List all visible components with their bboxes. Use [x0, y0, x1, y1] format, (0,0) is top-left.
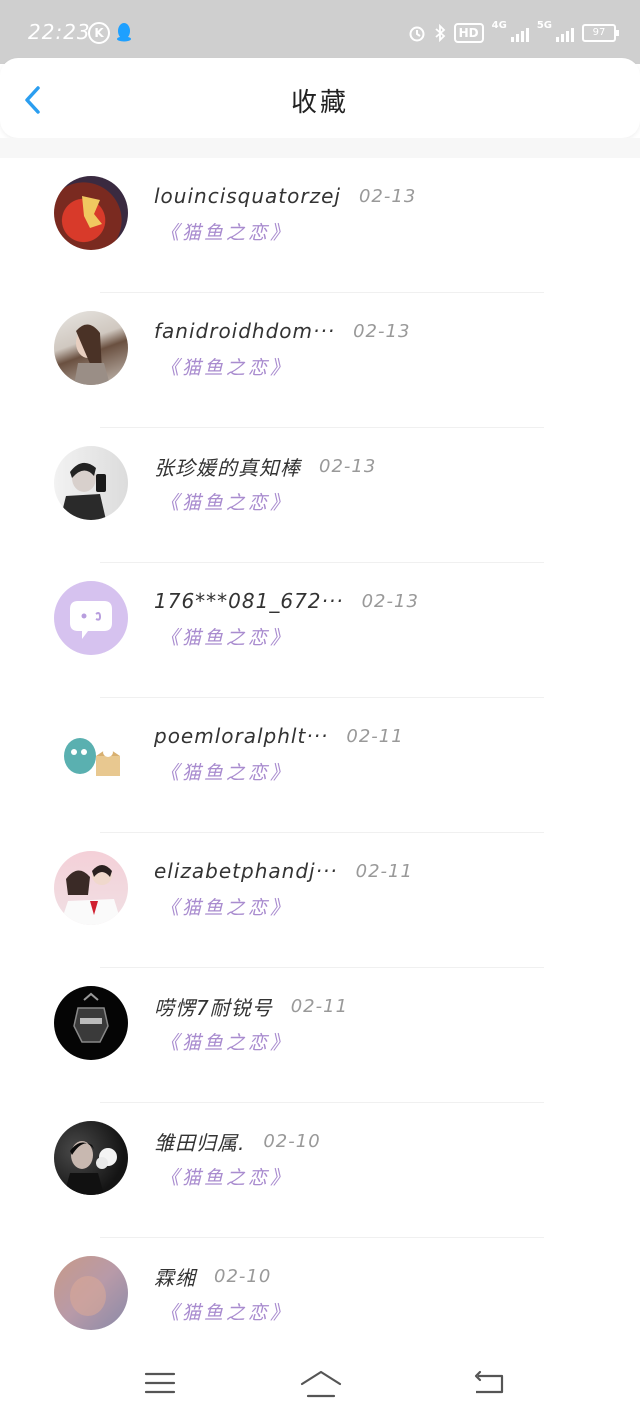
return-icon [474, 1370, 504, 1394]
item-name-line: 雏田归属. 02-10 [154, 1127, 321, 1155]
avatar[interactable] [54, 176, 128, 250]
avatar[interactable] [54, 851, 128, 925]
user-name: 176***081_672··· [154, 589, 344, 613]
alarm-icon [409, 26, 425, 42]
book-title: 《猫鱼之恋》 [160, 357, 293, 379]
network-4g-label: 4G [491, 20, 507, 31]
user-name: fanidroidhdom··· [154, 319, 336, 343]
avatar[interactable] [54, 581, 128, 655]
avatar[interactable] [54, 446, 128, 520]
battery-icon: 97 [582, 24, 619, 42]
book-title: 《猫鱼之恋》 [160, 1167, 293, 1189]
home-button[interactable] [298, 1368, 344, 1402]
item-date: 02-13 [353, 320, 411, 342]
chat-bubble-icon [70, 601, 112, 639]
book-title: 《猫鱼之恋》 [160, 1302, 293, 1324]
book-title: 《猫鱼之恋》 [160, 492, 293, 514]
item-date: 02-13 [358, 185, 417, 207]
bluetooth-icon [435, 24, 445, 42]
user-name: 唠愣7耐锐号 [154, 995, 273, 1020]
menu-icon [144, 1372, 176, 1394]
book-title: 《猫鱼之恋》 [160, 222, 293, 244]
avatar[interactable] [54, 1256, 128, 1330]
page-title: 收藏 [290, 88, 349, 118]
book-title: 《猫鱼之恋》 [160, 897, 293, 919]
avatar[interactable] [54, 716, 128, 790]
item-name-line: 霖缃 02-10 [154, 1262, 271, 1290]
item-name-line: 176***081_672··· 02-13 [154, 587, 419, 615]
item-date: 02-11 [290, 995, 349, 1017]
item-name-line: louincisquatorzej 02-13 [154, 182, 416, 210]
item-name-line: elizabetphandj··· 02-11 [154, 857, 413, 885]
avatar[interactable] [54, 1121, 128, 1195]
network-5g-label: 5G [536, 20, 552, 31]
user-name: 张珍媛的真知棒 [154, 455, 301, 480]
avatar[interactable] [54, 311, 128, 385]
list-item[interactable]: 唠愣7耐锐号 02-11 《猫鱼之恋》 [0, 968, 640, 1103]
back-nav-button[interactable] [470, 1368, 510, 1402]
qq-penguin-icon [117, 23, 131, 42]
user-name: 霖缃 [154, 1265, 196, 1290]
home-icon [300, 1370, 342, 1398]
avatar[interactable] [54, 986, 128, 1060]
item-name-line: 唠愣7耐锐号 02-11 [154, 992, 348, 1020]
user-name: 雏田归属. [154, 1130, 246, 1155]
item-date: 02-10 [214, 1265, 272, 1287]
menu-button[interactable] [142, 1368, 182, 1402]
header-separator [0, 138, 640, 158]
hd-badge: HD [453, 23, 484, 43]
status-bar: 22:23 K HD 4G 5G 97 [0, 0, 640, 64]
list-item[interactable]: elizabetphandj··· 02-11 《猫鱼之恋》 [0, 833, 640, 968]
item-date: 02-13 [319, 455, 377, 477]
user-name: elizabetphandj··· [154, 859, 338, 883]
user-name: louincisquatorzej [154, 184, 341, 208]
list-item[interactable]: 雏田归属. 02-10 《猫鱼之恋》 [0, 1103, 640, 1238]
list-item[interactable]: poemloralphlt··· 02-11 《猫鱼之恋》 [0, 698, 640, 833]
status-time: 22:23 [28, 20, 91, 44]
item-date: 02-11 [346, 725, 404, 747]
book-title: 《猫鱼之恋》 [160, 627, 293, 649]
signal-icon [510, 24, 529, 42]
list-item[interactable]: fanidroidhdom··· 02-13 《猫鱼之恋》 [0, 293, 640, 428]
item-date: 02-11 [355, 860, 413, 882]
item-date: 02-10 [263, 1130, 321, 1152]
item-name-line: fanidroidhdom··· 02-13 [154, 317, 410, 345]
k-app-icon: K [88, 22, 110, 44]
page-header: 收藏 [0, 58, 640, 138]
favorites-list: louincisquatorzej 02-13 《猫鱼之恋》 fanidroid… [0, 158, 640, 1373]
system-nav-bar [0, 1346, 640, 1422]
status-icons: HD 4G 5G 97 [408, 20, 619, 46]
list-item[interactable]: 张珍媛的真知棒 02-13 《猫鱼之恋》 [0, 428, 640, 563]
item-name-line: poemloralphlt··· 02-11 [154, 722, 404, 750]
item-name-line: 张珍媛的真知棒 02-13 [154, 452, 376, 480]
book-title: 《猫鱼之恋》 [160, 1032, 293, 1054]
signal-icon [556, 24, 574, 42]
user-name: poemloralphlt··· [154, 724, 329, 748]
book-title: 《猫鱼之恋》 [160, 762, 293, 784]
item-date: 02-13 [361, 590, 419, 612]
list-item[interactable]: louincisquatorzej 02-13 《猫鱼之恋》 [0, 158, 640, 293]
list-item[interactable]: 176***081_672··· 02-13 《猫鱼之恋》 [0, 563, 640, 698]
